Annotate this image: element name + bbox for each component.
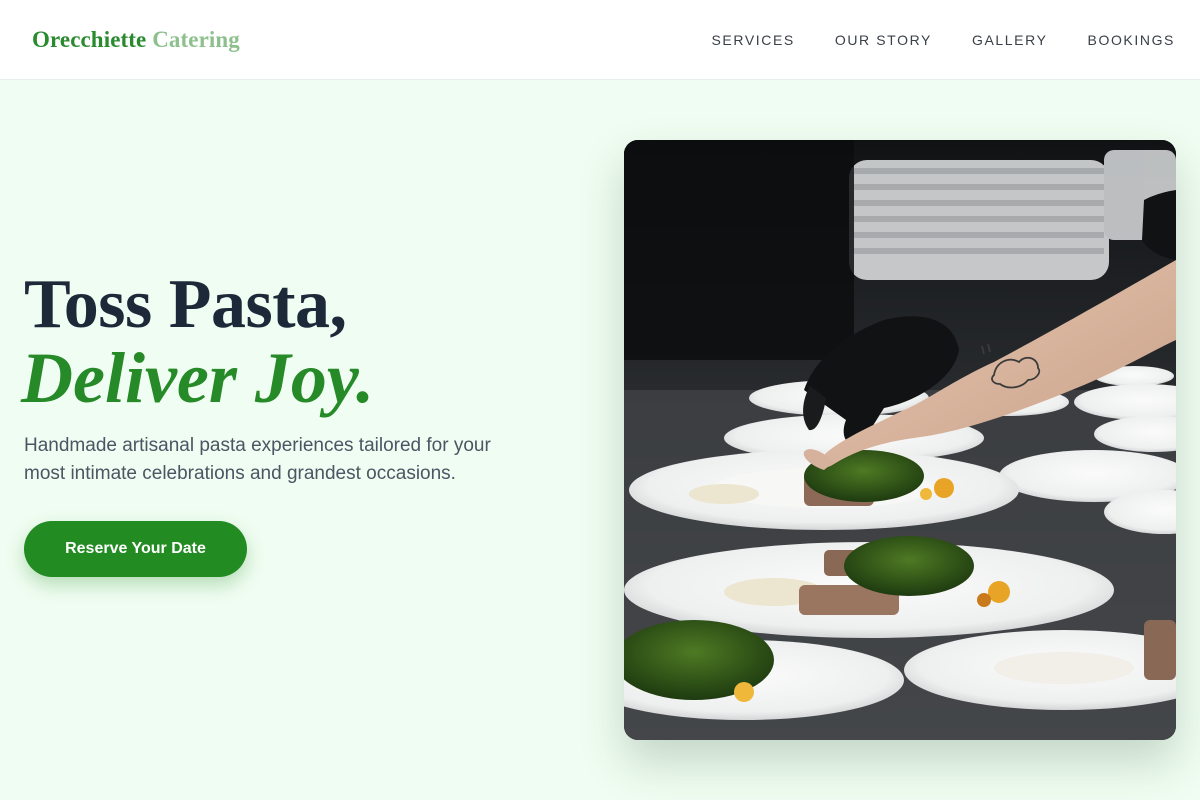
reserve-date-button[interactable]: Reserve Your Date xyxy=(24,521,247,577)
nav-link-bookings[interactable]: BOOKINGS xyxy=(1088,32,1175,48)
site-header: Orecchiette Catering SERVICES OUR STORY … xyxy=(0,0,1200,80)
headline-line-1: Toss Pasta, xyxy=(24,266,347,343)
logo[interactable]: Orecchiette Catering xyxy=(32,27,240,53)
main-nav: SERVICES OUR STORY GALLERY BOOKINGS xyxy=(711,32,1175,48)
nav-link-gallery[interactable]: GALLERY xyxy=(972,32,1048,48)
nav-link-our-story[interactable]: OUR STORY xyxy=(835,32,932,48)
nav-link-services[interactable]: SERVICES xyxy=(711,32,794,48)
hero-image xyxy=(624,140,1176,740)
logo-secondary-text: Catering xyxy=(152,26,240,52)
hero-headline: Toss Pasta, Deliver Joy. xyxy=(21,266,544,418)
hero-subtitle: Handmade artisanal pasta experiences tai… xyxy=(24,435,491,484)
hero-photo-illustration xyxy=(624,140,1176,740)
headline-line-2: Deliver Joy. xyxy=(21,338,375,418)
hero-content: Toss Pasta, Deliver Joy. Handmade artisa… xyxy=(21,266,544,577)
logo-primary-text: Orecchiette xyxy=(32,26,147,52)
